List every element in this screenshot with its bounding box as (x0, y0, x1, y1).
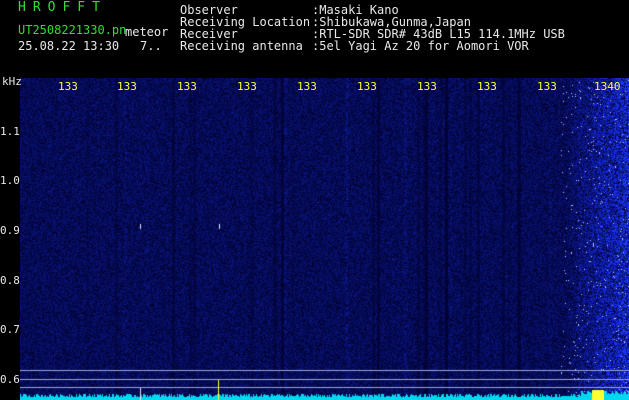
y-tick: 0.7 (0, 323, 20, 336)
x-tick: 133 (117, 80, 137, 93)
datetime-extra: 7.. (140, 39, 162, 53)
x-tick: 133 (417, 80, 437, 93)
y-tick: 1.1 (0, 125, 20, 138)
x-tick: 133 (177, 80, 197, 93)
app-title: HROFFT (18, 0, 107, 15)
frequency-unit: kHz (2, 75, 22, 88)
datetime: 25.08.22 13:30 (18, 39, 120, 53)
info-block: Observer :Masaki Kano Receiving Location… (180, 4, 620, 52)
file-name: UT2508221330.pn (18, 23, 127, 37)
y-tick: 1.0 (0, 174, 20, 187)
x-tick: 133 (237, 80, 257, 93)
header-panel: HROFFT UT2508221330.pn meteor 25.08.22 1… (0, 0, 629, 76)
file-type: meteor (125, 25, 169, 39)
x-tick: 1340 (594, 80, 621, 93)
spectrogram-canvas (20, 78, 629, 400)
y-tick: 0.9 (0, 224, 20, 237)
x-tick: 133 (58, 80, 78, 93)
x-tick: 133 (357, 80, 377, 93)
y-tick: 0.6 (0, 373, 20, 386)
x-tick: 133 (477, 80, 497, 93)
x-tick: 133 (537, 80, 557, 93)
info-row-antenna: Receiving antenna :5el Yagi Az 20 for Ao… (180, 40, 620, 52)
y-tick: 0.8 (0, 274, 20, 287)
info-label: Receiving antenna (180, 39, 303, 53)
x-tick: 133 (297, 80, 317, 93)
info-value: :5el Yagi Az 20 for Aomori VOR (312, 39, 529, 53)
